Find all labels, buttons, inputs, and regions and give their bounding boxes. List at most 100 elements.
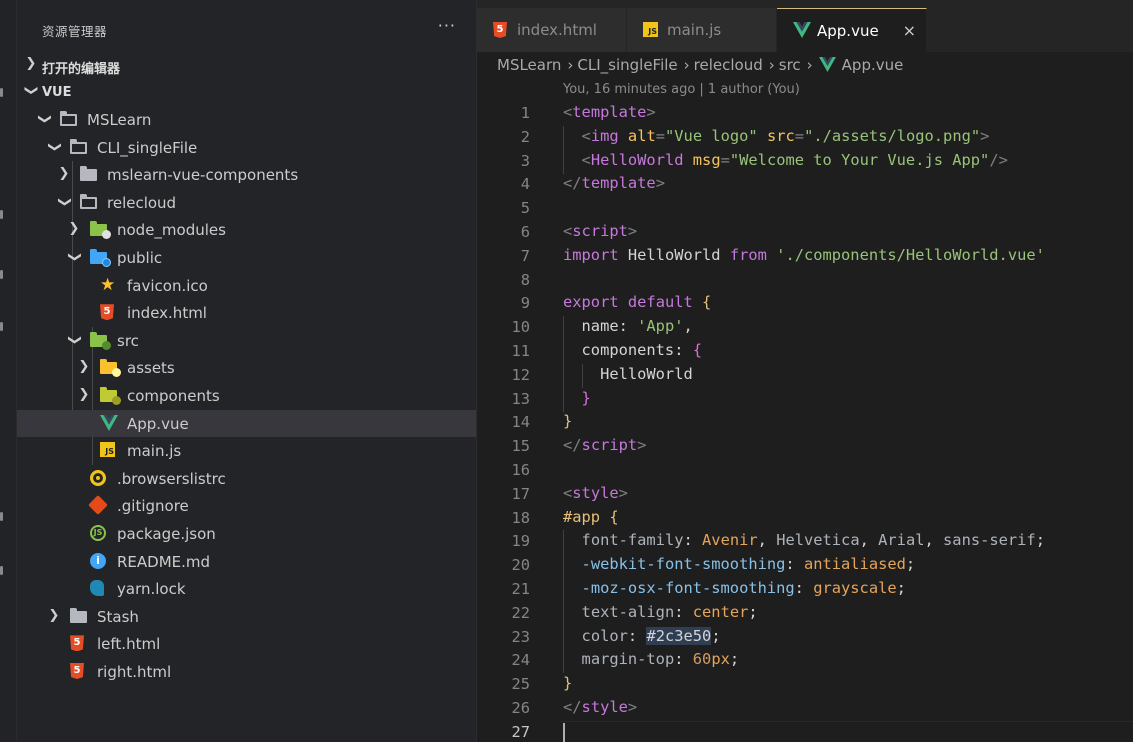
chevron-right-icon[interactable]: ❯: [77, 387, 91, 403]
tree-item[interactable]: 5 right.html: [17, 658, 476, 686]
explorer-title: 资源管理器: [42, 24, 108, 39]
tree-item[interactable]: 5 index.html: [17, 299, 476, 327]
code-text: </style>: [563, 698, 638, 716]
code-text: <script>: [563, 222, 638, 240]
chevron-right-icon[interactable]: ❯: [67, 221, 81, 237]
breadcrumb-item[interactable]: App.vue: [842, 56, 904, 74]
breadcrumb-item[interactable]: src: [779, 56, 801, 74]
code-line[interactable]: 3 <HelloWorld msg="Welcome to Your Vue.j…: [477, 149, 1133, 174]
tree-item-label: assets: [127, 359, 175, 378]
folder-components-icon: [100, 387, 121, 405]
tree-item[interactable]: ★ favicon.ico: [17, 272, 476, 300]
chevron-right-icon: ❯: [25, 56, 37, 71]
code-line[interactable]: 13 }: [477, 387, 1133, 412]
code-line[interactable]: 17 <style>: [477, 483, 1133, 507]
code-line[interactable]: 2 <img alt="Vue logo" src="./assets/logo…: [477, 125, 1133, 150]
more-actions-icon[interactable]: ···: [438, 16, 456, 35]
tree-item[interactable]: ❯ src: [17, 327, 476, 355]
tree-item[interactable]: i README.md: [17, 548, 476, 576]
code-line[interactable]: 26 </style>: [477, 697, 1133, 721]
code-line[interactable]: 1 <template>: [477, 102, 1133, 126]
tree-item[interactable]: ❯ CLI_singleFile: [17, 134, 476, 162]
tree-item[interactable]: 5 left.html: [17, 630, 476, 658]
tree-item[interactable]: ❯ assets: [17, 354, 476, 382]
tree-item[interactable]: .gitignore: [17, 492, 476, 520]
tree-item-label: MSLearn: [87, 111, 152, 129]
section-open-editors[interactable]: ❯ 打开的编辑器: [17, 52, 476, 79]
breadcrumb-item[interactable]: relecloud: [694, 56, 763, 74]
code-text: HelloWorld: [563, 364, 693, 383]
tree-item[interactable]: yarn.lock: [17, 575, 476, 603]
tree-item[interactable]: ❯ MSLearn: [17, 106, 476, 134]
breadcrumb-item[interactable]: MSLearn: [497, 56, 561, 74]
code-text: }: [581, 388, 591, 407]
tree-item[interactable]: ❯ relecloud: [17, 189, 476, 217]
breadcrumb-item[interactable]: CLI_singleFile: [577, 56, 677, 74]
code-line[interactable]: 24 margin-top: 60px;: [477, 649, 1133, 674]
code-line[interactable]: 5: [477, 197, 1133, 221]
line-number: 8: [520, 270, 530, 289]
activity-bar: [0, 0, 17, 742]
chevron-down-icon[interactable]: ❯: [66, 333, 82, 347]
tree-item[interactable]: JS package.json: [17, 520, 476, 548]
code-line[interactable]: 16: [477, 459, 1133, 483]
codelens-blame[interactable]: You, 16 minutes ago | 1 author (You): [563, 82, 800, 97]
tree-item[interactable]: ❯ Stash: [17, 603, 476, 631]
line-number: 10: [511, 318, 530, 337]
code-line[interactable]: 10 name: 'App',: [477, 316, 1133, 341]
chevron-down-icon[interactable]: ❯: [66, 250, 82, 264]
tree-item-label: package.json: [117, 525, 216, 543]
line-number: 18: [511, 508, 530, 527]
code-text: </template>: [563, 174, 665, 193]
code-line[interactable]: 25}: [477, 673, 1133, 697]
html-icon: 5: [100, 304, 118, 321]
folder-icon: [80, 193, 98, 211]
chevron-down-icon[interactable]: ❯: [56, 195, 72, 209]
chevron-right-icon[interactable]: ❯: [47, 608, 61, 624]
code-line[interactable]: 7 import HelloWorld from './components/He…: [477, 245, 1133, 269]
tree-item[interactable]: ❯ components: [17, 382, 476, 410]
chevron-right-icon[interactable]: ❯: [57, 166, 71, 182]
code-line[interactable]: 11 components: {: [477, 340, 1133, 364]
tree-item[interactable]: .browserslistrc: [17, 465, 476, 493]
tree-item[interactable]: App.vue: [17, 409, 476, 438]
code-line[interactable]: 6 <script>: [477, 221, 1133, 245]
code-line[interactable]: 19 font-family: Avenir, Helvetica, Arial…: [477, 530, 1133, 555]
tab-main-js[interactable]: JS main.js: [627, 8, 777, 52]
tab-label: App.vue: [817, 22, 879, 40]
code-line[interactable]: 23 color: #2c3e50;: [477, 625, 1133, 650]
line-number: 19: [511, 532, 530, 551]
tab-index-html[interactable]: 5 index.html: [477, 8, 627, 52]
line-number: 6: [520, 223, 530, 241]
tree-item[interactable]: JS main.js: [17, 437, 476, 465]
code-line[interactable]: 22 text-align: center;: [477, 601, 1133, 626]
line-number: 7: [520, 246, 530, 265]
activity-indicator: [0, 210, 3, 219]
tree-item[interactable]: ❯ public: [17, 244, 476, 272]
code-line[interactable]: 21 -moz-osx-font-smoothing: grayscale;: [477, 578, 1133, 602]
close-icon[interactable]: ×: [903, 21, 916, 40]
code-line[interactable]: 8: [477, 269, 1133, 293]
tree-item-label: node_modules: [117, 221, 226, 240]
chevron-right-icon: ›: [683, 56, 690, 74]
chevron-right-icon[interactable]: ❯: [77, 359, 91, 375]
code-line[interactable]: 14}: [477, 411, 1133, 435]
chevron-down-icon[interactable]: ❯: [46, 140, 62, 154]
line-number: 25: [511, 675, 530, 694]
tab-app-vue[interactable]: App.vue ×: [777, 8, 927, 52]
code-text: }: [563, 412, 573, 431]
code-line[interactable]: 4 </template>: [477, 173, 1133, 197]
tree-item-label: mslearn-vue-components: [107, 166, 299, 185]
code-line[interactable]: 18 #app {: [477, 507, 1133, 531]
code-line[interactable]: 15 </script>: [477, 435, 1133, 459]
chevron-down-icon[interactable]: ❯: [36, 112, 52, 126]
section-workspace[interactable]: ❯ VUE: [17, 79, 476, 106]
code-line[interactable]: 20 -webkit-font-smoothing: antialiased;: [477, 554, 1133, 579]
code-line[interactable]: 9 export default {: [477, 292, 1133, 316]
chevron-right-icon: ›: [768, 56, 775, 74]
tree-item-label: public: [117, 249, 163, 267]
code-line[interactable]: 27: [477, 720, 1133, 742]
tree-item[interactable]: ❯ node_modules: [17, 216, 476, 244]
code-line[interactable]: 12 HelloWorld: [477, 363, 1133, 388]
tree-item[interactable]: ❯ mslearn-vue-components: [17, 161, 476, 189]
